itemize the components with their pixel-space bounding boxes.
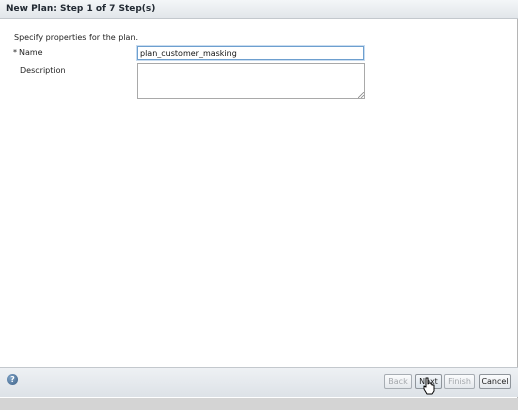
dialog-title: New Plan: Step 1 of 7 Step(s) xyxy=(6,4,156,14)
name-label: Name xyxy=(19,48,43,57)
intro-text: Specify properties for the plan. xyxy=(14,33,139,42)
dialog-title-bar: New Plan: Step 1 of 7 Step(s) xyxy=(0,0,518,19)
description-label: Description xyxy=(20,66,66,75)
help-icon[interactable]: ? xyxy=(7,374,18,385)
finish-button[interactable]: Finish xyxy=(444,374,475,389)
required-marker: * xyxy=(13,48,17,57)
cancel-button[interactable]: Cancel xyxy=(479,374,511,389)
description-field[interactable] xyxy=(137,63,365,99)
bottom-strip xyxy=(0,398,518,410)
back-button[interactable]: Back xyxy=(384,374,412,389)
resize-grip-icon[interactable] xyxy=(358,92,364,98)
new-plan-dialog: New Plan: Step 1 of 7 Step(s) Specify pr… xyxy=(0,0,518,398)
next-button[interactable]: Next xyxy=(415,374,442,389)
name-field[interactable] xyxy=(137,46,364,60)
